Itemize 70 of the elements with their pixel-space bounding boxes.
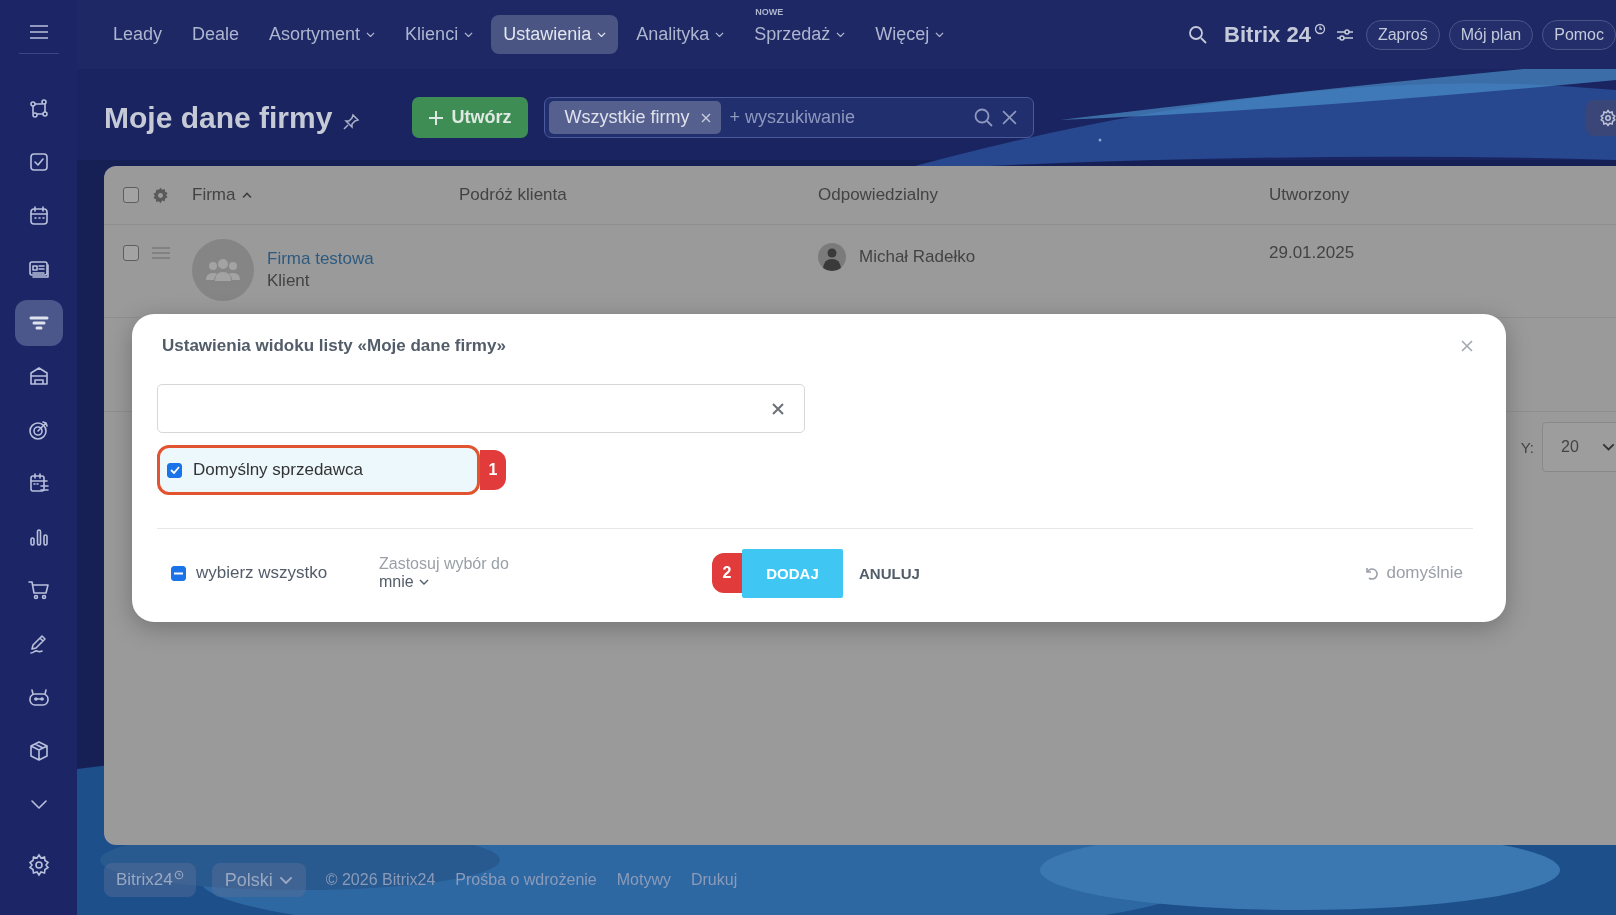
column-header[interactable]: Firma: [192, 185, 253, 205]
page-title: Moje dane firmy: [104, 100, 333, 135]
funnel-icon[interactable]: [14, 299, 63, 346]
column-header[interactable]: Podróż klienta: [459, 185, 567, 205]
nav-tab[interactable]: Analityka: [624, 15, 737, 54]
check-icon: [169, 466, 180, 474]
filter-search-field[interactable]: Wszystkie firmy + wyszukiwanie: [544, 97, 1035, 138]
clock-icon: [173, 870, 184, 880]
settings-button[interactable]: [1586, 99, 1616, 136]
pin-icon[interactable]: [342, 112, 361, 131]
create-button[interactable]: Utwórz: [412, 97, 529, 138]
page-size-select[interactable]: 20: [1542, 422, 1616, 472]
nav-tab[interactable]: Asortyment: [257, 15, 388, 54]
search-field[interactable]: [157, 384, 805, 433]
undo-icon: [1364, 566, 1379, 580]
apply-label: Zastosuj wybór do: [379, 555, 510, 573]
nav-tab[interactable]: Klienci: [393, 15, 486, 54]
column-header[interactable]: Utworzony: [1269, 185, 1350, 205]
checkbox[interactable]: [123, 187, 139, 203]
caret-icon: [278, 875, 293, 885]
company-avatar-icon: [192, 239, 254, 301]
caret-icon: [715, 31, 725, 38]
caret-icon: [418, 579, 429, 585]
search-icon[interactable]: [974, 107, 995, 128]
search-icon[interactable]: [1188, 24, 1209, 45]
page-size-label: Y:: [1520, 438, 1534, 456]
nav-tab[interactable]: Więcej: [863, 15, 957, 54]
column-option[interactable]: Domyślny sprzedawca: [157, 445, 480, 495]
nav-tab[interactable]: Deale: [180, 15, 252, 54]
header-button[interactable]: Pomoc: [1542, 19, 1616, 50]
step-marker: 1: [480, 450, 506, 490]
caret-icon: [836, 31, 846, 38]
nav-tab[interactable]: Sprzedaż: [742, 15, 858, 54]
close-icon[interactable]: [1002, 110, 1018, 125]
nav-tab[interactable]: Ustawienia: [491, 15, 619, 54]
header-button[interactable]: Zaproś: [1365, 19, 1440, 50]
checkbox[interactable]: [123, 245, 139, 261]
checkbox[interactable]: [171, 565, 186, 581]
plus-icon: [429, 110, 444, 125]
company-type: Klient: [267, 271, 311, 291]
nav-tab[interactable]: Leady: [101, 15, 175, 54]
settings-icon: [1599, 108, 1616, 127]
cancel-button[interactable]: ANULUJ: [859, 564, 920, 582]
select-all-label[interactable]: wybierz wszystko: [196, 563, 328, 583]
table-cell: 29.01.2025: [1269, 243, 1355, 262]
settings-icon[interactable]: [26, 853, 51, 877]
table-cell: Michał Radełko: [859, 247, 976, 267]
caret-icon: [366, 31, 376, 38]
clock-icon: [1313, 22, 1326, 35]
filter-tag[interactable]: Wszystkie firmy: [549, 101, 722, 134]
brand-logo[interactable]: Bitrix 24: [1224, 21, 1311, 48]
new-label: NOWE: [755, 7, 784, 17]
column-header[interactable]: Odpowiedzialny: [818, 185, 938, 205]
minus-icon: [174, 571, 183, 575]
copyright-text: © 2026 Bitrix24: [325, 871, 436, 889]
caret-icon: [464, 31, 474, 38]
caret-icon: [935, 31, 945, 38]
close-icon[interactable]: [701, 112, 712, 123]
caret-icon: [597, 31, 607, 38]
dialog-title: Ustawienia widoku listy «Moje dane firmy»: [162, 336, 506, 356]
sliders-icon[interactable]: [1335, 26, 1354, 43]
drag-handle-icon[interactable]: [152, 247, 170, 259]
chevron-down-icon: [1602, 443, 1615, 451]
checkbox[interactable]: [167, 462, 182, 478]
apply-scope-select[interactable]: mnie: [379, 573, 712, 591]
search-placeholder: + wyszukiwanie: [729, 107, 856, 128]
clear-icon[interactable]: [772, 402, 784, 415]
step-marker: 2: [712, 553, 742, 593]
header-button[interactable]: Mój plan: [1448, 19, 1534, 50]
user-avatar-icon: [818, 243, 846, 271]
